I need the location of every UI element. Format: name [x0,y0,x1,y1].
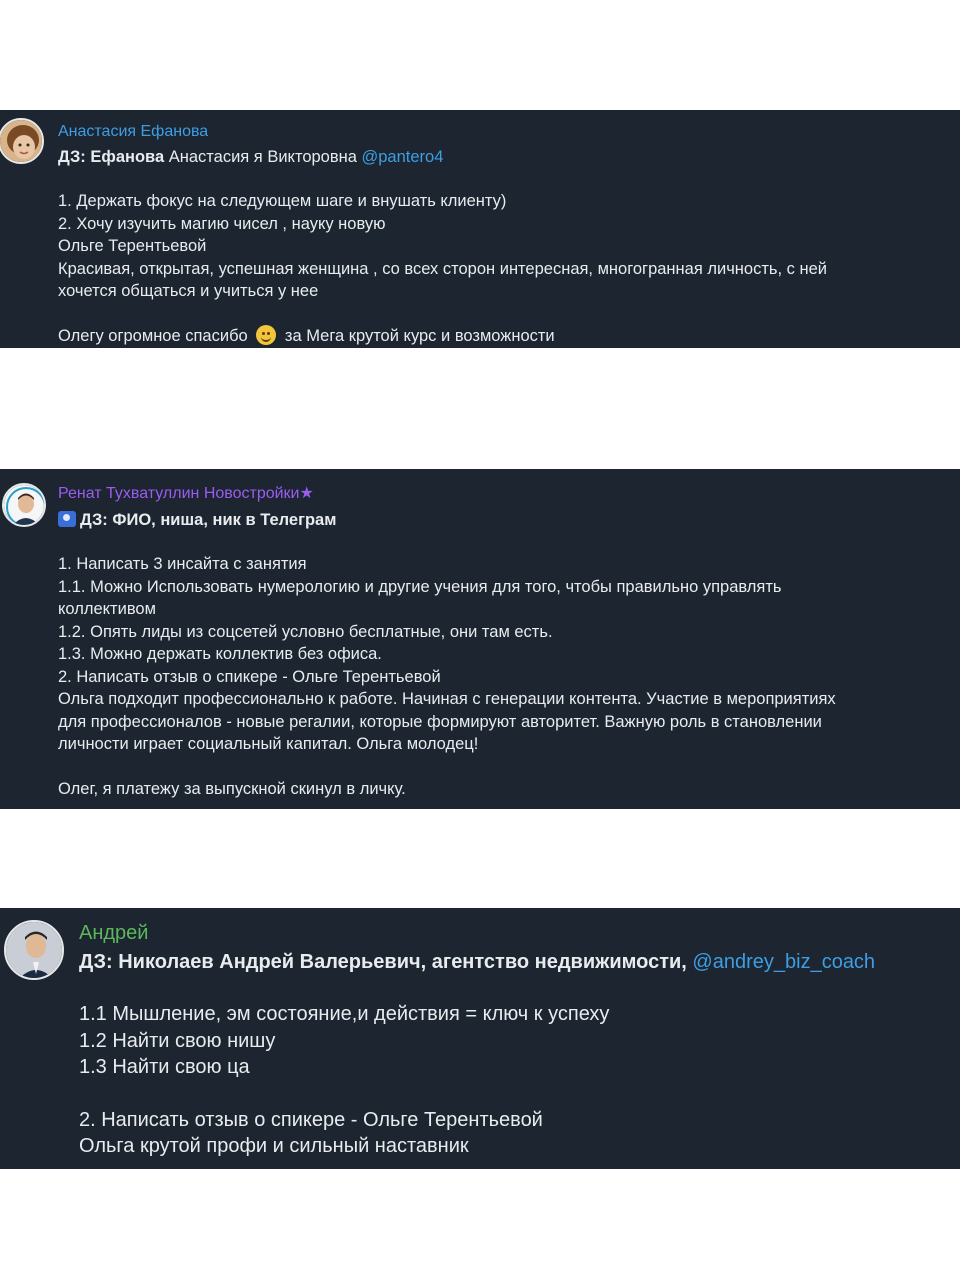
id-badge-icon [58,510,76,527]
message-line: хочется общаться и учиться у нее [58,282,319,300]
message-line: коллективом [58,600,156,618]
message-line: 1.2 Найти свою нишу [79,1029,276,1052]
mention-link[interactable]: @andrey_biz_coach [692,951,875,973]
avatar[interactable] [0,118,44,164]
message-closing: Олегу огромное спасибо за Мега крутой ку… [58,324,555,345]
message-line: Ольге Терентьевой [58,237,207,255]
mention-link[interactable]: @pantero4 [362,148,444,166]
message-line: для профессионалов - новые регалии, кото… [58,712,822,731]
message-body: Анастасия Ефанова ДЗ: Ефанова Анастасия … [58,121,827,347]
title-rest: Анастасия я Викторовна [164,147,362,166]
message-title: ДЗ: ФИО, ниша, ник в Телеграм [58,509,836,532]
message-line: личности играет социальный капитал. Ольг… [58,735,479,753]
message-body: Ренат Тухватуллин Новостройки★ ДЗ: ФИО, … [58,483,836,800]
message-line: 1.2. Опять лиды из соцсетей условно бесп… [58,622,553,641]
message-closing: Олег, я платежу за выпускной скинул в ли… [58,779,406,798]
message-line: 1.3 Найти свою ца [79,1056,250,1078]
message-line: 1. Держать фокус на следующем шаге и вну… [58,192,507,210]
message-line: 1.1 Мышление, эм состояние,и действия = … [79,1003,610,1025]
sender-name[interactable]: Анастасия Ефанова [58,121,827,144]
message-line: 1.3. Можно держать коллектив без офиса. [58,645,382,663]
message-card-2: Ренат Тухватуллин Новостройки★ ДЗ: ФИО, … [0,469,960,809]
message-line: 1. Написать 3 инсайта с занятия [58,555,307,573]
message-line: 2. Написать отзыв о спикере - Ольге Тере… [79,1108,543,1131]
title-bold: ДЗ: Ефанова [58,147,165,166]
sender-name[interactable]: Ренат Тухватуллин Новостройки★ [58,483,836,506]
smile-emoji-icon [256,324,277,345]
avatar[interactable] [2,483,46,527]
premium-star-icon: ★ [299,485,314,502]
message-card-1: Анастасия Ефанова ДЗ: Ефанова Анастасия … [0,110,960,348]
message-card-3: Андрей ДЗ: Николаев Андрей Валерьевич, а… [0,908,960,1169]
message-line: Красивая, открытая, успешная женщина , с… [58,259,827,278]
message-line: 2. Написать отзыв о спикере - Ольге Тере… [58,667,441,686]
message-line: 2. Хочу изучить магию чисел , науку нову… [58,214,386,233]
message-line: 1.1. Можно Использовать нумерологию и др… [58,577,782,596]
message-line: Ольга подходит профессионально к работе.… [58,690,836,708]
message-title: ДЗ: Ефанова Анастасия я Викторовна @pant… [58,146,827,169]
sender-name[interactable]: Андрей [79,920,875,947]
message-title: ДЗ: Николаев Андрей Валерьевич, агентств… [79,950,876,973]
avatar[interactable] [4,920,64,980]
message-body: Андрей ДЗ: Николаев Андрей Валерьевич, а… [79,920,875,1160]
message-line: Ольга крутой профи и сильный наставник [79,1135,469,1157]
